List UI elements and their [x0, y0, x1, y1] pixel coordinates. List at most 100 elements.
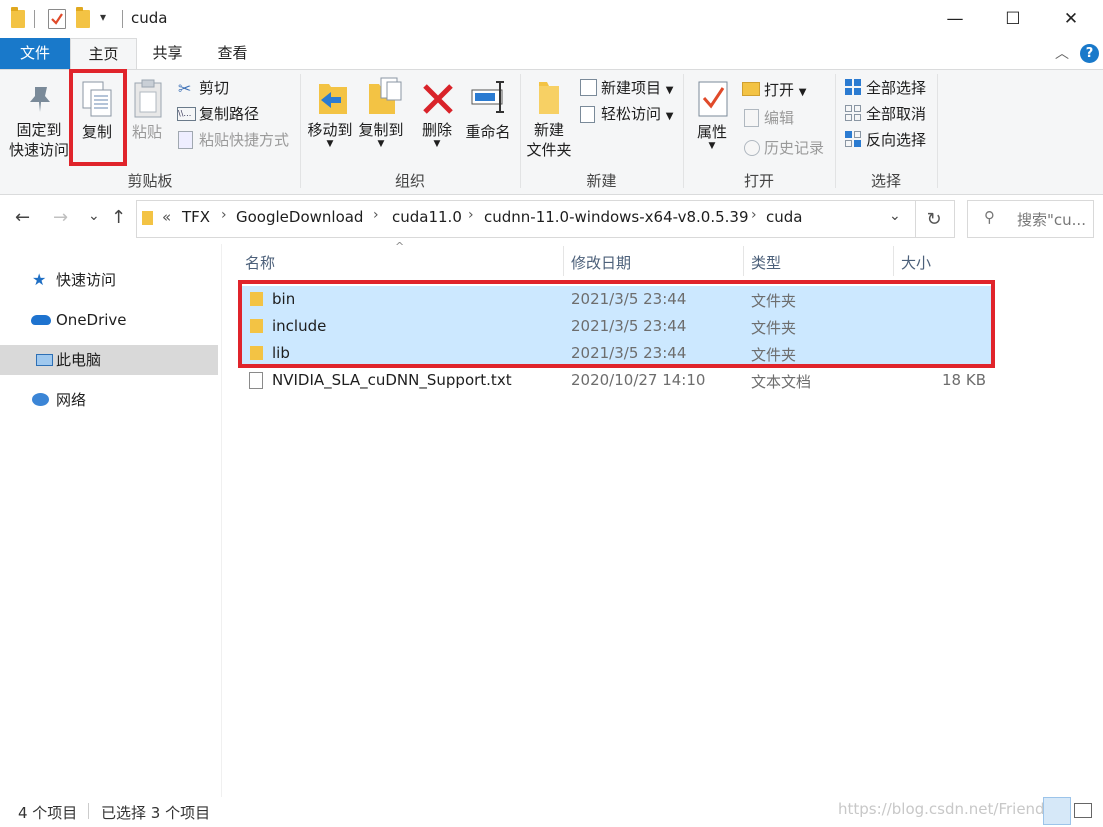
minimize-button[interactable]: — — [926, 0, 984, 38]
easy-access-button[interactable]: 轻松访问 ▼ — [601, 104, 674, 127]
window-title: cuda — [131, 9, 168, 27]
breadcrumb-chevron-icon[interactable]: › — [751, 207, 757, 223]
computer-icon — [36, 354, 53, 366]
network-icon — [32, 393, 49, 406]
breadcrumb-chevron-icon[interactable]: › — [468, 207, 474, 223]
tab-share[interactable]: 共享 — [135, 38, 200, 69]
select-all-button[interactable]: 全部选择 — [866, 78, 926, 98]
file-type: 文本文档 — [751, 373, 812, 391]
breadcrumb-item[interactable]: cudnn-11.0-windows-x64-v8.0.5.39 — [484, 208, 749, 226]
column-header-date[interactable]: 修改日期 — [571, 252, 631, 273]
recent-locations-chevron-icon[interactable]: ⌄ — [88, 208, 100, 224]
customize-quick-access-chevron-icon[interactable]: ▾ — [100, 10, 106, 24]
delete-button[interactable]: 删除 ▼ — [417, 120, 457, 149]
breadcrumb-chevron-icon[interactable]: › — [221, 207, 227, 223]
copy-path-icon: \\… — [177, 107, 196, 121]
collapse-ribbon-icon[interactable]: ︿ — [1055, 43, 1069, 63]
rename-icon — [470, 80, 508, 120]
column-divider[interactable] — [563, 246, 564, 276]
select-none-icon — [845, 105, 861, 125]
new-folder-icon — [535, 78, 563, 120]
pin-to-quick-access-button[interactable]: 固定到 快速访问 — [8, 120, 70, 160]
tab-file[interactable]: 文件 — [0, 38, 70, 69]
new-item-icon — [580, 79, 597, 96]
organize-group-label: 组织 — [394, 172, 425, 190]
column-divider[interactable] — [743, 246, 744, 276]
paste-shortcut-button[interactable]: 粘贴快捷方式 — [199, 130, 289, 150]
chevron-down-icon: ▼ — [377, 139, 385, 149]
nav-item-this-pc[interactable]: 此电脑 — [0, 345, 218, 375]
open-label: 打开 — [764, 81, 795, 99]
breadcrumb-item[interactable]: GoogleDownload — [236, 208, 363, 226]
title-bar: ▾ cuda — ☐ ✕ — [0, 0, 1103, 38]
nav-item-network[interactable]: 网络 — [0, 385, 218, 415]
copy-highlight-box — [69, 69, 127, 166]
new-folder-quick-icon[interactable] — [76, 7, 90, 28]
divider — [88, 803, 89, 819]
file-name: NVIDIA_SLA_cuDNN_Support.txt — [272, 371, 512, 389]
chevron-down-icon: ▼ — [326, 139, 334, 149]
move-to-icon — [315, 78, 351, 122]
move-to-button[interactable]: 移动到 ▼ — [304, 120, 356, 149]
copy-path-button[interactable]: 复制路径 — [199, 104, 259, 124]
easy-access-icon — [580, 106, 595, 123]
pin-label-line1: 固定到 — [16, 121, 62, 139]
open-button[interactable]: 打开 ▼ — [764, 80, 807, 103]
properties-button[interactable]: 属性 ▼ — [692, 122, 732, 151]
invert-selection-button[interactable]: 反向选择 — [866, 130, 926, 150]
up-arrow-icon[interactable]: ↑ — [111, 207, 126, 228]
refresh-button[interactable]: ↻ — [914, 200, 955, 238]
breadcrumb-item[interactable]: cuda11.0 — [392, 208, 462, 226]
rename-button[interactable]: 重命名 — [462, 122, 514, 142]
file-row[interactable]: NVIDIA_SLA_cuDNN_Support.txt 2020/10/27 … — [242, 367, 992, 394]
new-item-button[interactable]: 新建项目 ▼ — [601, 78, 674, 101]
copy-to-label: 复制到 — [358, 121, 404, 139]
column-divider[interactable] — [893, 246, 894, 276]
large-icons-view-icon[interactable] — [1074, 803, 1092, 818]
back-arrow-icon[interactable]: ← — [15, 207, 30, 228]
nav-item-label: 网络 — [56, 391, 87, 409]
search-input[interactable]: ⚲ 搜索"cu... — [967, 200, 1094, 238]
properties-icon — [697, 80, 729, 122]
tab-home[interactable]: 主页 — [70, 38, 137, 71]
properties-quick-icon[interactable] — [48, 9, 66, 29]
scissors-icon: ✂ — [178, 79, 192, 98]
file-size: 18 KB — [942, 371, 986, 389]
help-icon[interactable]: ? — [1080, 44, 1099, 63]
breadcrumb-chevron-icon[interactable]: › — [373, 207, 379, 223]
chevron-down-icon: ▼ — [433, 139, 441, 149]
nav-item-label: 此电脑 — [56, 351, 102, 369]
column-header-size[interactable]: 大小 — [901, 252, 931, 273]
address-dropdown-chevron-icon[interactable]: ⌄ — [889, 208, 901, 224]
tab-view[interactable]: 查看 — [200, 38, 265, 69]
history-button[interactable]: 历史记录 — [764, 138, 824, 158]
text-file-icon — [249, 372, 263, 389]
edit-button[interactable]: 编辑 — [764, 108, 794, 128]
folder-icon — [11, 7, 25, 28]
cut-button[interactable]: 剪切 — [199, 78, 229, 98]
maximize-button[interactable]: ☐ — [984, 0, 1042, 38]
nav-item-quick-access[interactable]: ★ 快速访问 — [0, 265, 218, 295]
copy-to-icon — [365, 76, 403, 122]
nav-item-label: 快速访问 — [56, 271, 117, 289]
column-header-name[interactable]: 名称 — [245, 252, 275, 273]
new-folder-button[interactable]: 新建 文件夹 — [524, 120, 574, 160]
nav-item-onedrive[interactable]: OneDrive — [0, 305, 218, 335]
watermark: https://blog.csdn.net/Friendsm — [838, 800, 1068, 818]
breadcrumb-overflow[interactable]: « — [162, 208, 171, 226]
breadcrumb-item[interactable]: cuda — [766, 208, 802, 226]
item-count: 4 个项目 — [18, 804, 78, 822]
details-view-icon[interactable] — [1043, 797, 1071, 825]
open-group-label: 打开 — [743, 172, 774, 190]
paste-icon — [132, 78, 164, 124]
chevron-down-icon: ▼ — [665, 85, 674, 96]
breadcrumb-item[interactable]: TFX — [182, 208, 210, 226]
copy-to-button[interactable]: 复制到 ▼ — [355, 120, 407, 149]
select-none-button[interactable]: 全部取消 — [866, 104, 926, 124]
column-header-type[interactable]: 类型 — [751, 252, 781, 273]
invert-selection-icon — [845, 131, 861, 151]
close-button[interactable]: ✕ — [1042, 0, 1100, 38]
new-folder-label-line1: 新建 — [533, 121, 564, 139]
paste-button[interactable]: 粘贴 — [128, 122, 166, 142]
forward-arrow-icon[interactable]: → — [53, 207, 68, 228]
